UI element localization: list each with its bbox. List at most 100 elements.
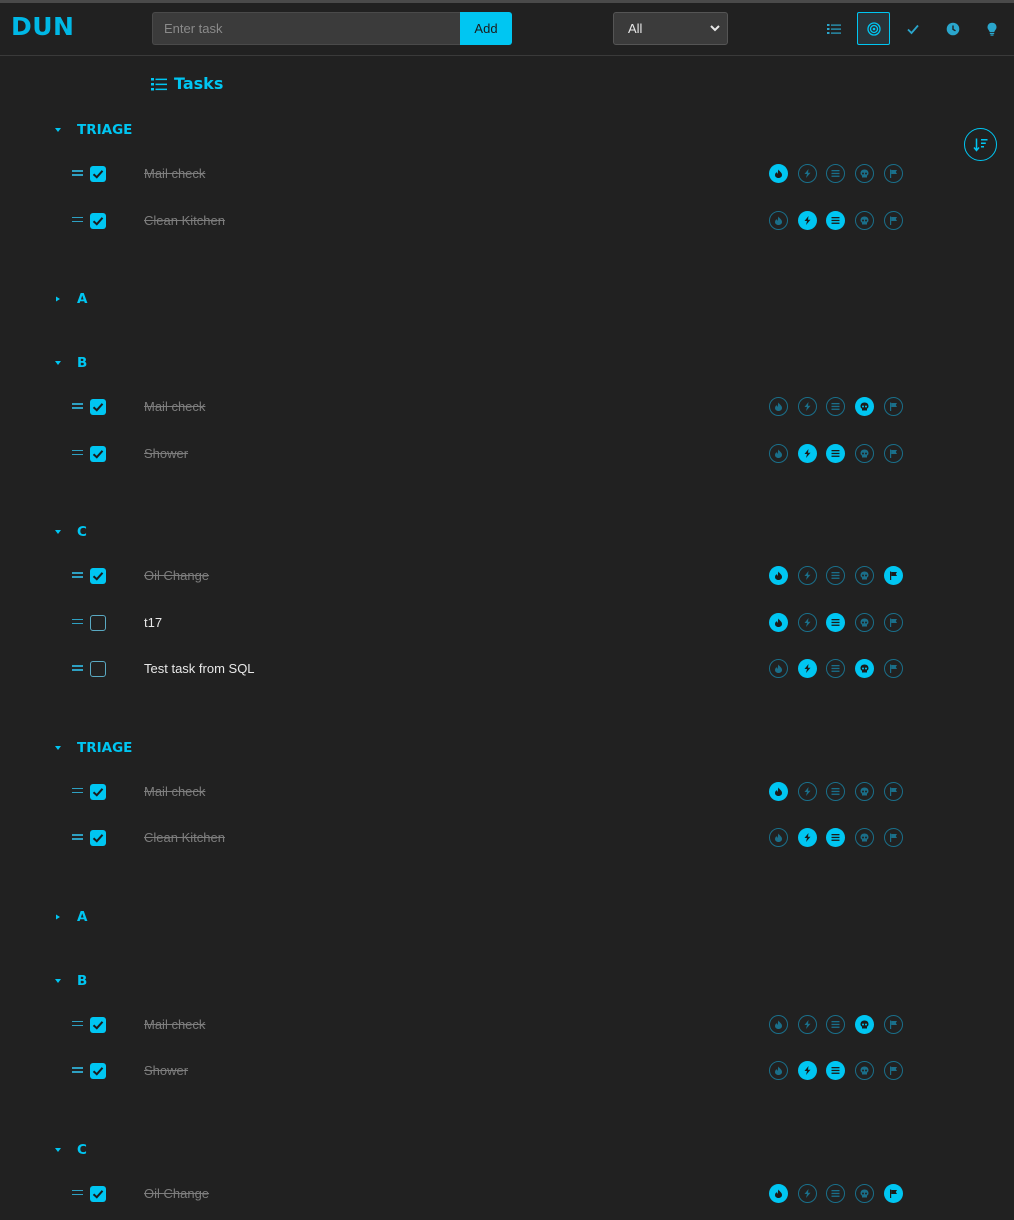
group-header[interactable]: A [54, 289, 87, 309]
group-header[interactable]: C [54, 522, 87, 542]
task-row[interactable]: Shower [72, 1059, 912, 1083]
fire-tag-button[interactable] [769, 781, 788, 801]
group-header[interactable]: A [54, 907, 87, 927]
group-header[interactable]: TRIAGE [54, 738, 132, 758]
lines-tag-button[interactable] [826, 1014, 845, 1034]
task-text[interactable]: Clean Kitchen [144, 830, 225, 845]
bolt-tag-button[interactable] [798, 1183, 817, 1203]
fire-tag-button[interactable] [769, 1061, 788, 1080]
lines-tag-button[interactable] [826, 781, 845, 801]
nav-history-button[interactable] [936, 12, 969, 45]
bolt-tag-button[interactable] [798, 443, 817, 463]
task-text[interactable]: Shower [144, 1063, 188, 1078]
drag-handle-icon[interactable] [72, 834, 83, 841]
fire-tag-button[interactable] [769, 612, 788, 632]
task-text[interactable]: Clean Kitchen [144, 213, 225, 228]
task-input[interactable] [152, 12, 460, 45]
add-task-button[interactable]: Add [460, 12, 512, 45]
lines-tag-button[interactable] [826, 828, 845, 847]
task-row[interactable]: Oil Change [72, 1182, 912, 1206]
bolt-tag-button[interactable] [798, 566, 817, 585]
fire-tag-button[interactable] [769, 828, 788, 847]
flag-tag-button[interactable] [884, 781, 903, 801]
task-text[interactable]: t17 [144, 615, 162, 630]
skull-tag-button[interactable] [855, 781, 874, 801]
fire-tag-button[interactable] [769, 210, 788, 230]
lines-tag-button[interactable] [826, 1061, 845, 1080]
bolt-tag-button[interactable] [798, 828, 817, 847]
flag-tag-button[interactable] [884, 1183, 903, 1203]
lines-tag-button[interactable] [826, 210, 845, 230]
flag-tag-button[interactable] [884, 164, 903, 183]
task-checkbox[interactable] [90, 1016, 106, 1033]
task-checkbox[interactable] [90, 399, 106, 415]
skull-tag-button[interactable] [855, 1061, 874, 1080]
drag-handle-icon[interactable] [72, 216, 83, 224]
task-row[interactable]: Mail check [72, 1013, 912, 1037]
lines-tag-button[interactable] [826, 397, 845, 416]
skull-tag-button[interactable] [855, 164, 874, 183]
flag-tag-button[interactable] [884, 566, 903, 585]
task-checkbox[interactable] [90, 568, 106, 584]
task-row[interactable]: Test task from SQL [72, 657, 912, 681]
filter-select[interactable]: All [613, 12, 728, 45]
bolt-tag-button[interactable] [798, 164, 817, 183]
fire-tag-button[interactable] [769, 1014, 788, 1034]
flag-tag-button[interactable] [884, 659, 903, 678]
task-row[interactable]: Mail check [72, 780, 912, 804]
bolt-tag-button[interactable] [798, 781, 817, 801]
nav-list-button[interactable] [817, 12, 850, 45]
task-text[interactable]: Mail check [144, 399, 205, 414]
fire-tag-button[interactable] [769, 443, 788, 463]
drag-handle-icon[interactable] [72, 572, 83, 579]
drag-handle-icon[interactable] [72, 665, 83, 672]
flag-tag-button[interactable] [884, 210, 903, 230]
drag-handle-icon[interactable] [72, 449, 83, 457]
skull-tag-button[interactable] [855, 1014, 874, 1034]
lines-tag-button[interactable] [826, 1183, 845, 1203]
fire-tag-button[interactable] [769, 566, 788, 585]
lines-tag-button[interactable] [826, 443, 845, 463]
flag-tag-button[interactable] [884, 1014, 903, 1034]
nav-ideas-button[interactable] [975, 12, 1008, 45]
drag-handle-icon[interactable] [72, 1020, 83, 1028]
task-row[interactable]: Mail check [72, 162, 912, 186]
group-header[interactable]: B [54, 971, 87, 991]
group-header[interactable]: C [54, 1140, 87, 1160]
fire-tag-button[interactable] [769, 1183, 788, 1203]
task-text[interactable]: Mail check [144, 784, 205, 799]
app-logo[interactable]: DUN [11, 12, 74, 41]
flag-tag-button[interactable] [884, 828, 903, 847]
task-checkbox[interactable] [90, 445, 106, 462]
skull-tag-button[interactable] [855, 397, 874, 416]
skull-tag-button[interactable] [855, 659, 874, 678]
task-checkbox[interactable] [90, 1185, 106, 1202]
fire-tag-button[interactable] [769, 397, 788, 416]
task-text[interactable]: Test task from SQL [144, 661, 255, 676]
lines-tag-button[interactable] [826, 164, 845, 183]
task-text[interactable]: Oil Change [144, 1186, 209, 1201]
nav-target-button[interactable] [857, 12, 890, 45]
fire-tag-button[interactable] [769, 659, 788, 678]
bolt-tag-button[interactable] [798, 210, 817, 230]
task-checkbox[interactable] [90, 783, 106, 800]
task-text[interactable]: Oil Change [144, 568, 209, 583]
fire-tag-button[interactable] [769, 164, 788, 183]
bolt-tag-button[interactable] [798, 1061, 817, 1080]
task-row[interactable]: Shower [72, 442, 912, 466]
skull-tag-button[interactable] [855, 1183, 874, 1203]
skull-tag-button[interactable] [855, 443, 874, 463]
task-text[interactable]: Mail check [144, 1017, 205, 1032]
task-checkbox[interactable] [90, 212, 106, 229]
task-text[interactable]: Mail check [144, 166, 205, 181]
task-row[interactable]: Mail check [72, 395, 912, 419]
group-header[interactable]: TRIAGE [54, 120, 132, 140]
nav-done-button[interactable] [896, 12, 929, 45]
drag-handle-icon[interactable] [72, 403, 83, 410]
drag-handle-icon[interactable] [72, 1067, 83, 1074]
lines-tag-button[interactable] [826, 612, 845, 632]
sort-button[interactable] [964, 128, 997, 161]
task-row[interactable]: Oil Change [72, 564, 912, 588]
bolt-tag-button[interactable] [798, 1014, 817, 1034]
skull-tag-button[interactable] [855, 566, 874, 585]
